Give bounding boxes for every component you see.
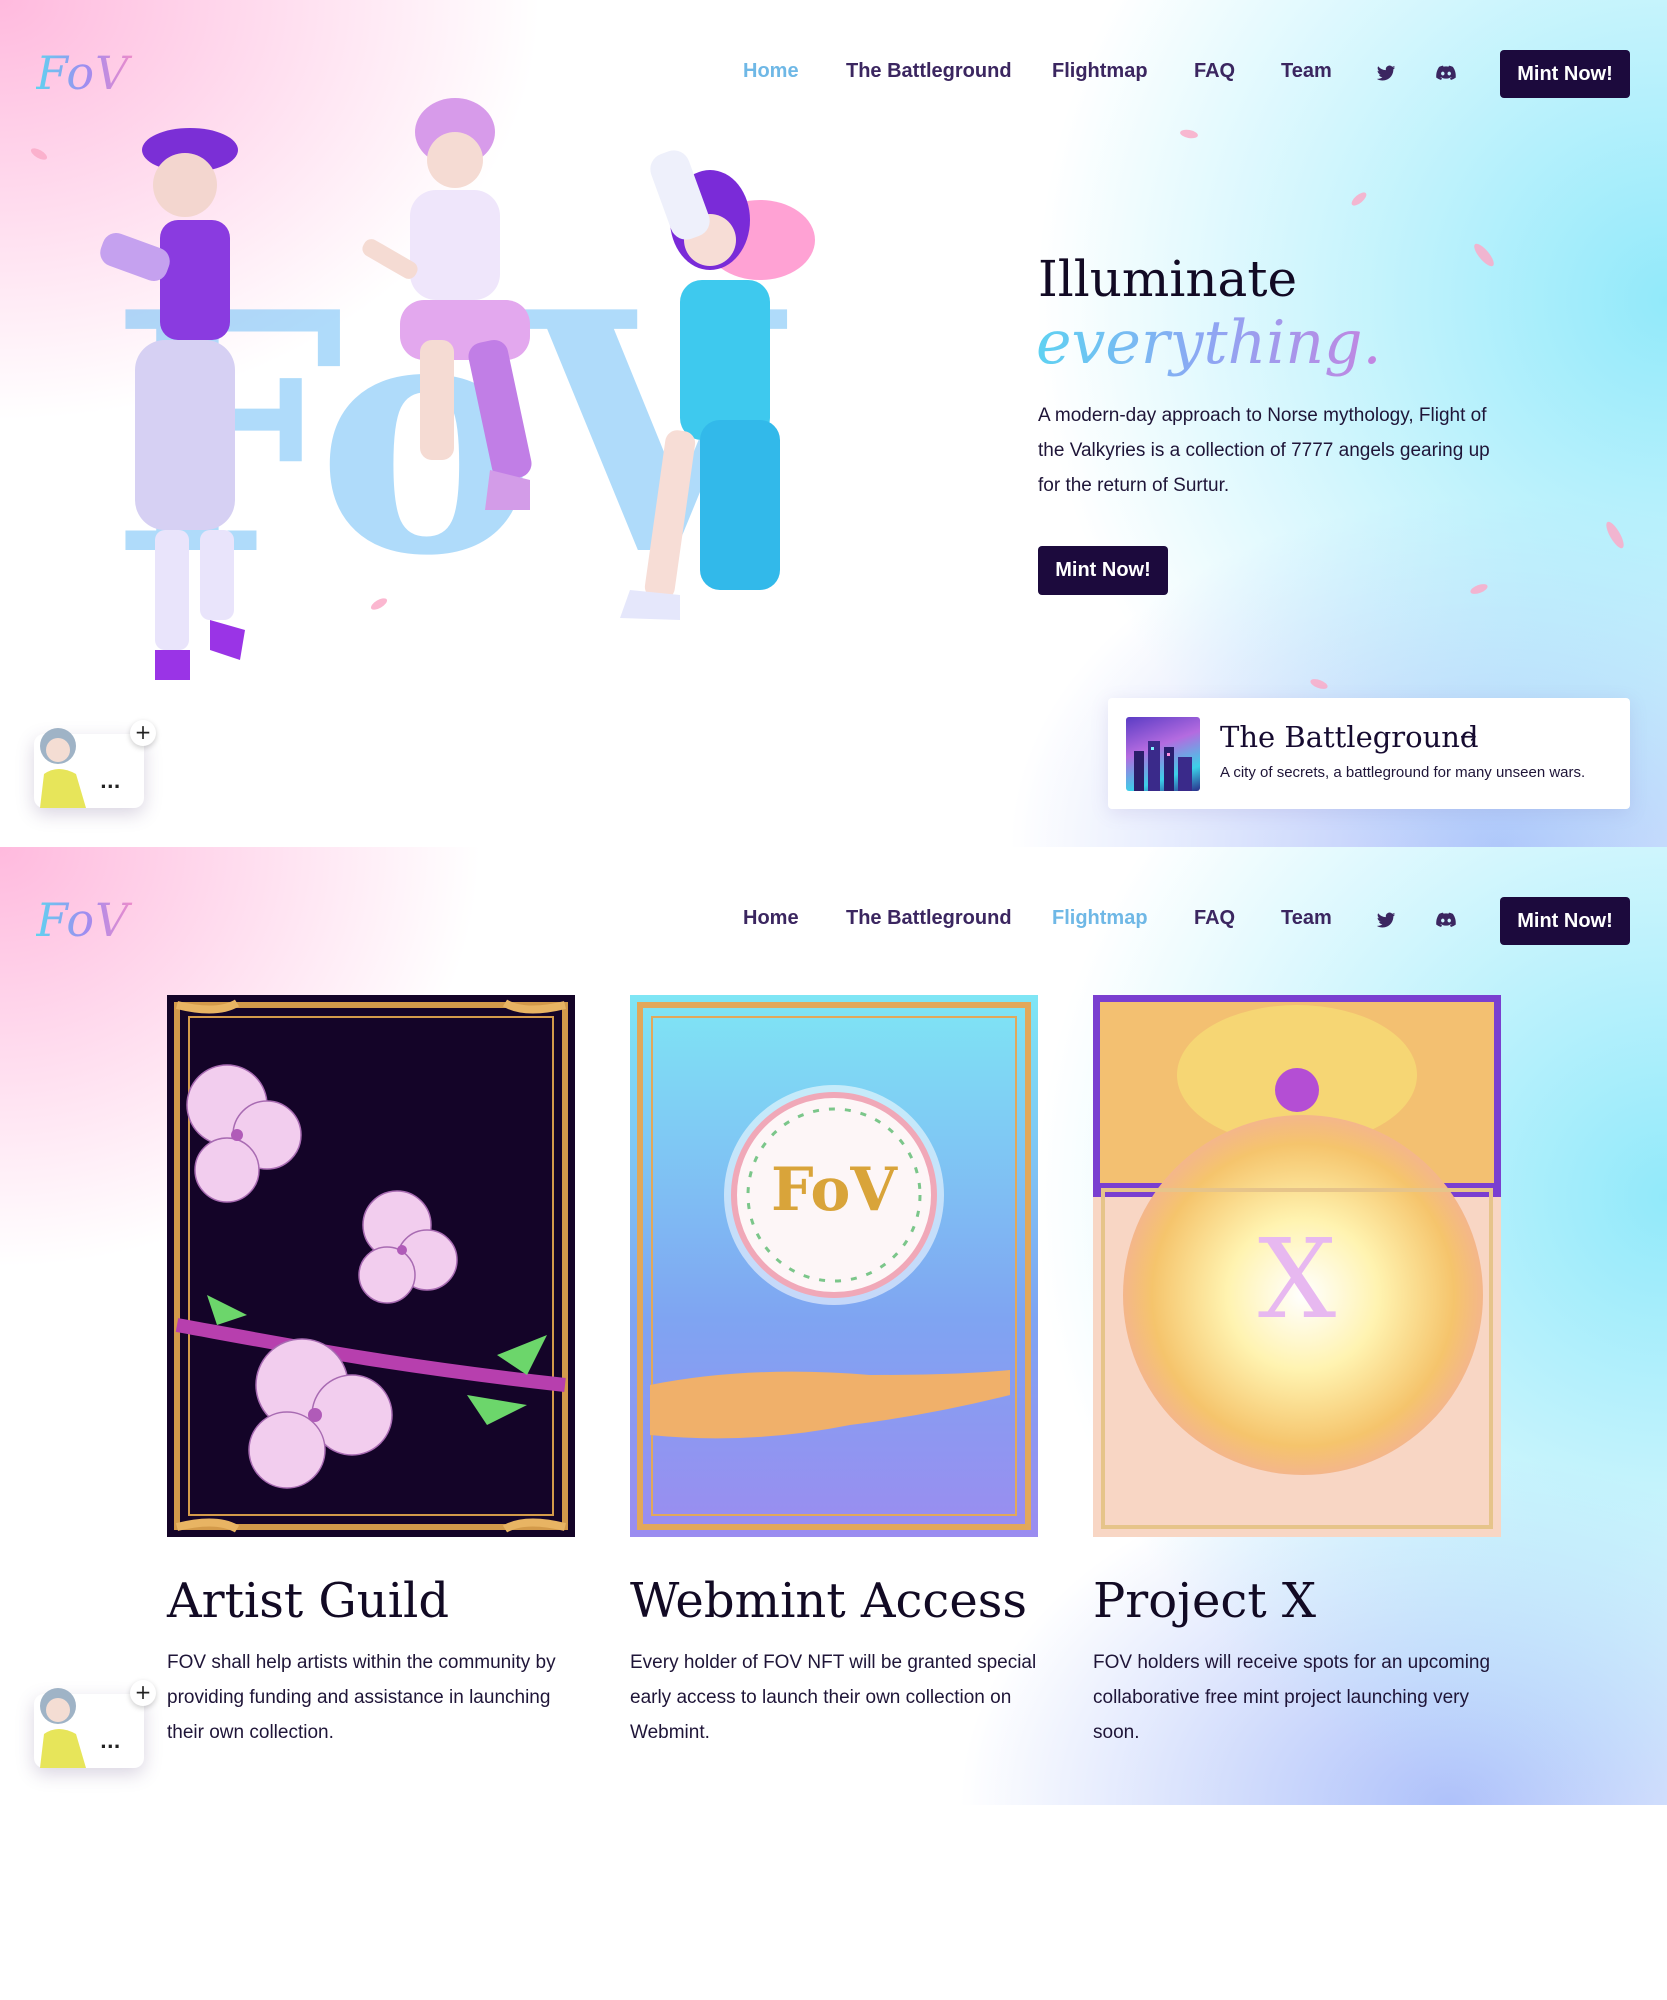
nav-link-team[interactable]: Team xyxy=(1281,907,1332,930)
hero-title-line1: Illuminate xyxy=(1038,250,1298,308)
hero-section: FoV Home The Battleground Flightmap FAQ … xyxy=(0,0,1667,847)
floating-avatar-widget[interactable]: ... + xyxy=(34,720,156,808)
nav-link-faq[interactable]: FAQ xyxy=(1194,60,1235,83)
discord-icon[interactable] xyxy=(1434,909,1458,931)
nav-mint-button[interactable]: Mint Now! xyxy=(1500,897,1630,945)
nav-link-home[interactable]: Home xyxy=(743,907,799,930)
floating-avatar-widget[interactable]: ... + xyxy=(34,1680,156,1768)
features-section: FoV Home The Battleground Flightmap FAQ … xyxy=(0,847,1667,1805)
petal-decoration xyxy=(1309,677,1329,691)
hero-mint-button[interactable]: Mint Now! xyxy=(1038,546,1168,595)
hero-description: A modern-day approach to Norse mythology… xyxy=(1038,405,1490,496)
feature-title-artist-guild: Artist Guild xyxy=(167,1573,450,1629)
nav-link-flightmap[interactable]: Flightmap xyxy=(1052,60,1148,83)
nav-link-battleground[interactable]: The Battleground xyxy=(846,907,1012,930)
nav-link-faq[interactable]: FAQ xyxy=(1194,907,1235,930)
valkyrie-characters-art xyxy=(100,98,815,680)
discord-icon[interactable] xyxy=(1434,62,1458,84)
webmint-access-card-image: FoV xyxy=(630,995,1038,1537)
arrow-right-icon: → xyxy=(1460,724,1477,748)
project-x-card-image: X xyxy=(1093,995,1501,1537)
twitter-icon[interactable] xyxy=(1374,909,1398,931)
battleground-card-title: The Battleground xyxy=(1220,720,1479,754)
top-nav: FoV Home The Battleground Flightmap FAQ … xyxy=(0,847,1667,995)
plus-icon[interactable]: + xyxy=(130,720,156,746)
plus-icon[interactable]: + xyxy=(130,1680,156,1706)
feature-desc-webmint-access: Every holder of FOV NFT will be granted … xyxy=(630,1652,1037,1743)
battleground-thumbnail xyxy=(1126,717,1200,791)
petal-decoration xyxy=(1469,582,1489,596)
petal-decoration xyxy=(1471,241,1497,269)
webmint-emblem-text: FoV xyxy=(771,1155,897,1225)
hero-characters-illustration: FoV xyxy=(60,90,960,770)
avatar xyxy=(40,728,86,808)
nav-link-home[interactable]: Home xyxy=(743,60,799,83)
petal-decoration xyxy=(1349,190,1369,208)
artist-guild-card-image xyxy=(167,995,575,1537)
avatar xyxy=(40,1688,86,1768)
petal-decoration xyxy=(29,146,49,162)
nav-mint-button[interactable]: Mint Now! xyxy=(1500,50,1630,98)
nav-links: Home The Battleground Flightmap FAQ Team xyxy=(0,56,1667,90)
project-x-emblem-text: X xyxy=(1257,1215,1337,1343)
twitter-icon[interactable] xyxy=(1374,62,1398,84)
battleground-card[interactable]: The Battleground → A city of secrets, a … xyxy=(1108,698,1630,809)
nav-links: Home The Battleground Flightmap FAQ Team xyxy=(0,903,1667,937)
feature-title-project-x: Project X xyxy=(1093,1573,1317,1629)
nav-link-battleground[interactable]: The Battleground xyxy=(846,60,1012,83)
more-dots-icon[interactable]: ... xyxy=(100,772,121,793)
more-dots-icon[interactable]: ... xyxy=(100,1732,121,1753)
feature-title-webmint-access: Webmint Access xyxy=(630,1573,1027,1629)
nav-link-team[interactable]: Team xyxy=(1281,60,1332,83)
feature-desc-project-x: FOV holders will receive spots for an up… xyxy=(1093,1652,1491,1743)
feature-desc-artist-guild: FOV shall help artists within the commun… xyxy=(167,1652,556,1743)
hero-title-line2: everything. xyxy=(1036,308,1382,378)
petal-decoration xyxy=(1603,519,1627,551)
battleground-card-subtitle: A city of secrets, a battleground for ma… xyxy=(1220,764,1586,781)
nav-link-flightmap[interactable]: Flightmap xyxy=(1052,907,1148,930)
